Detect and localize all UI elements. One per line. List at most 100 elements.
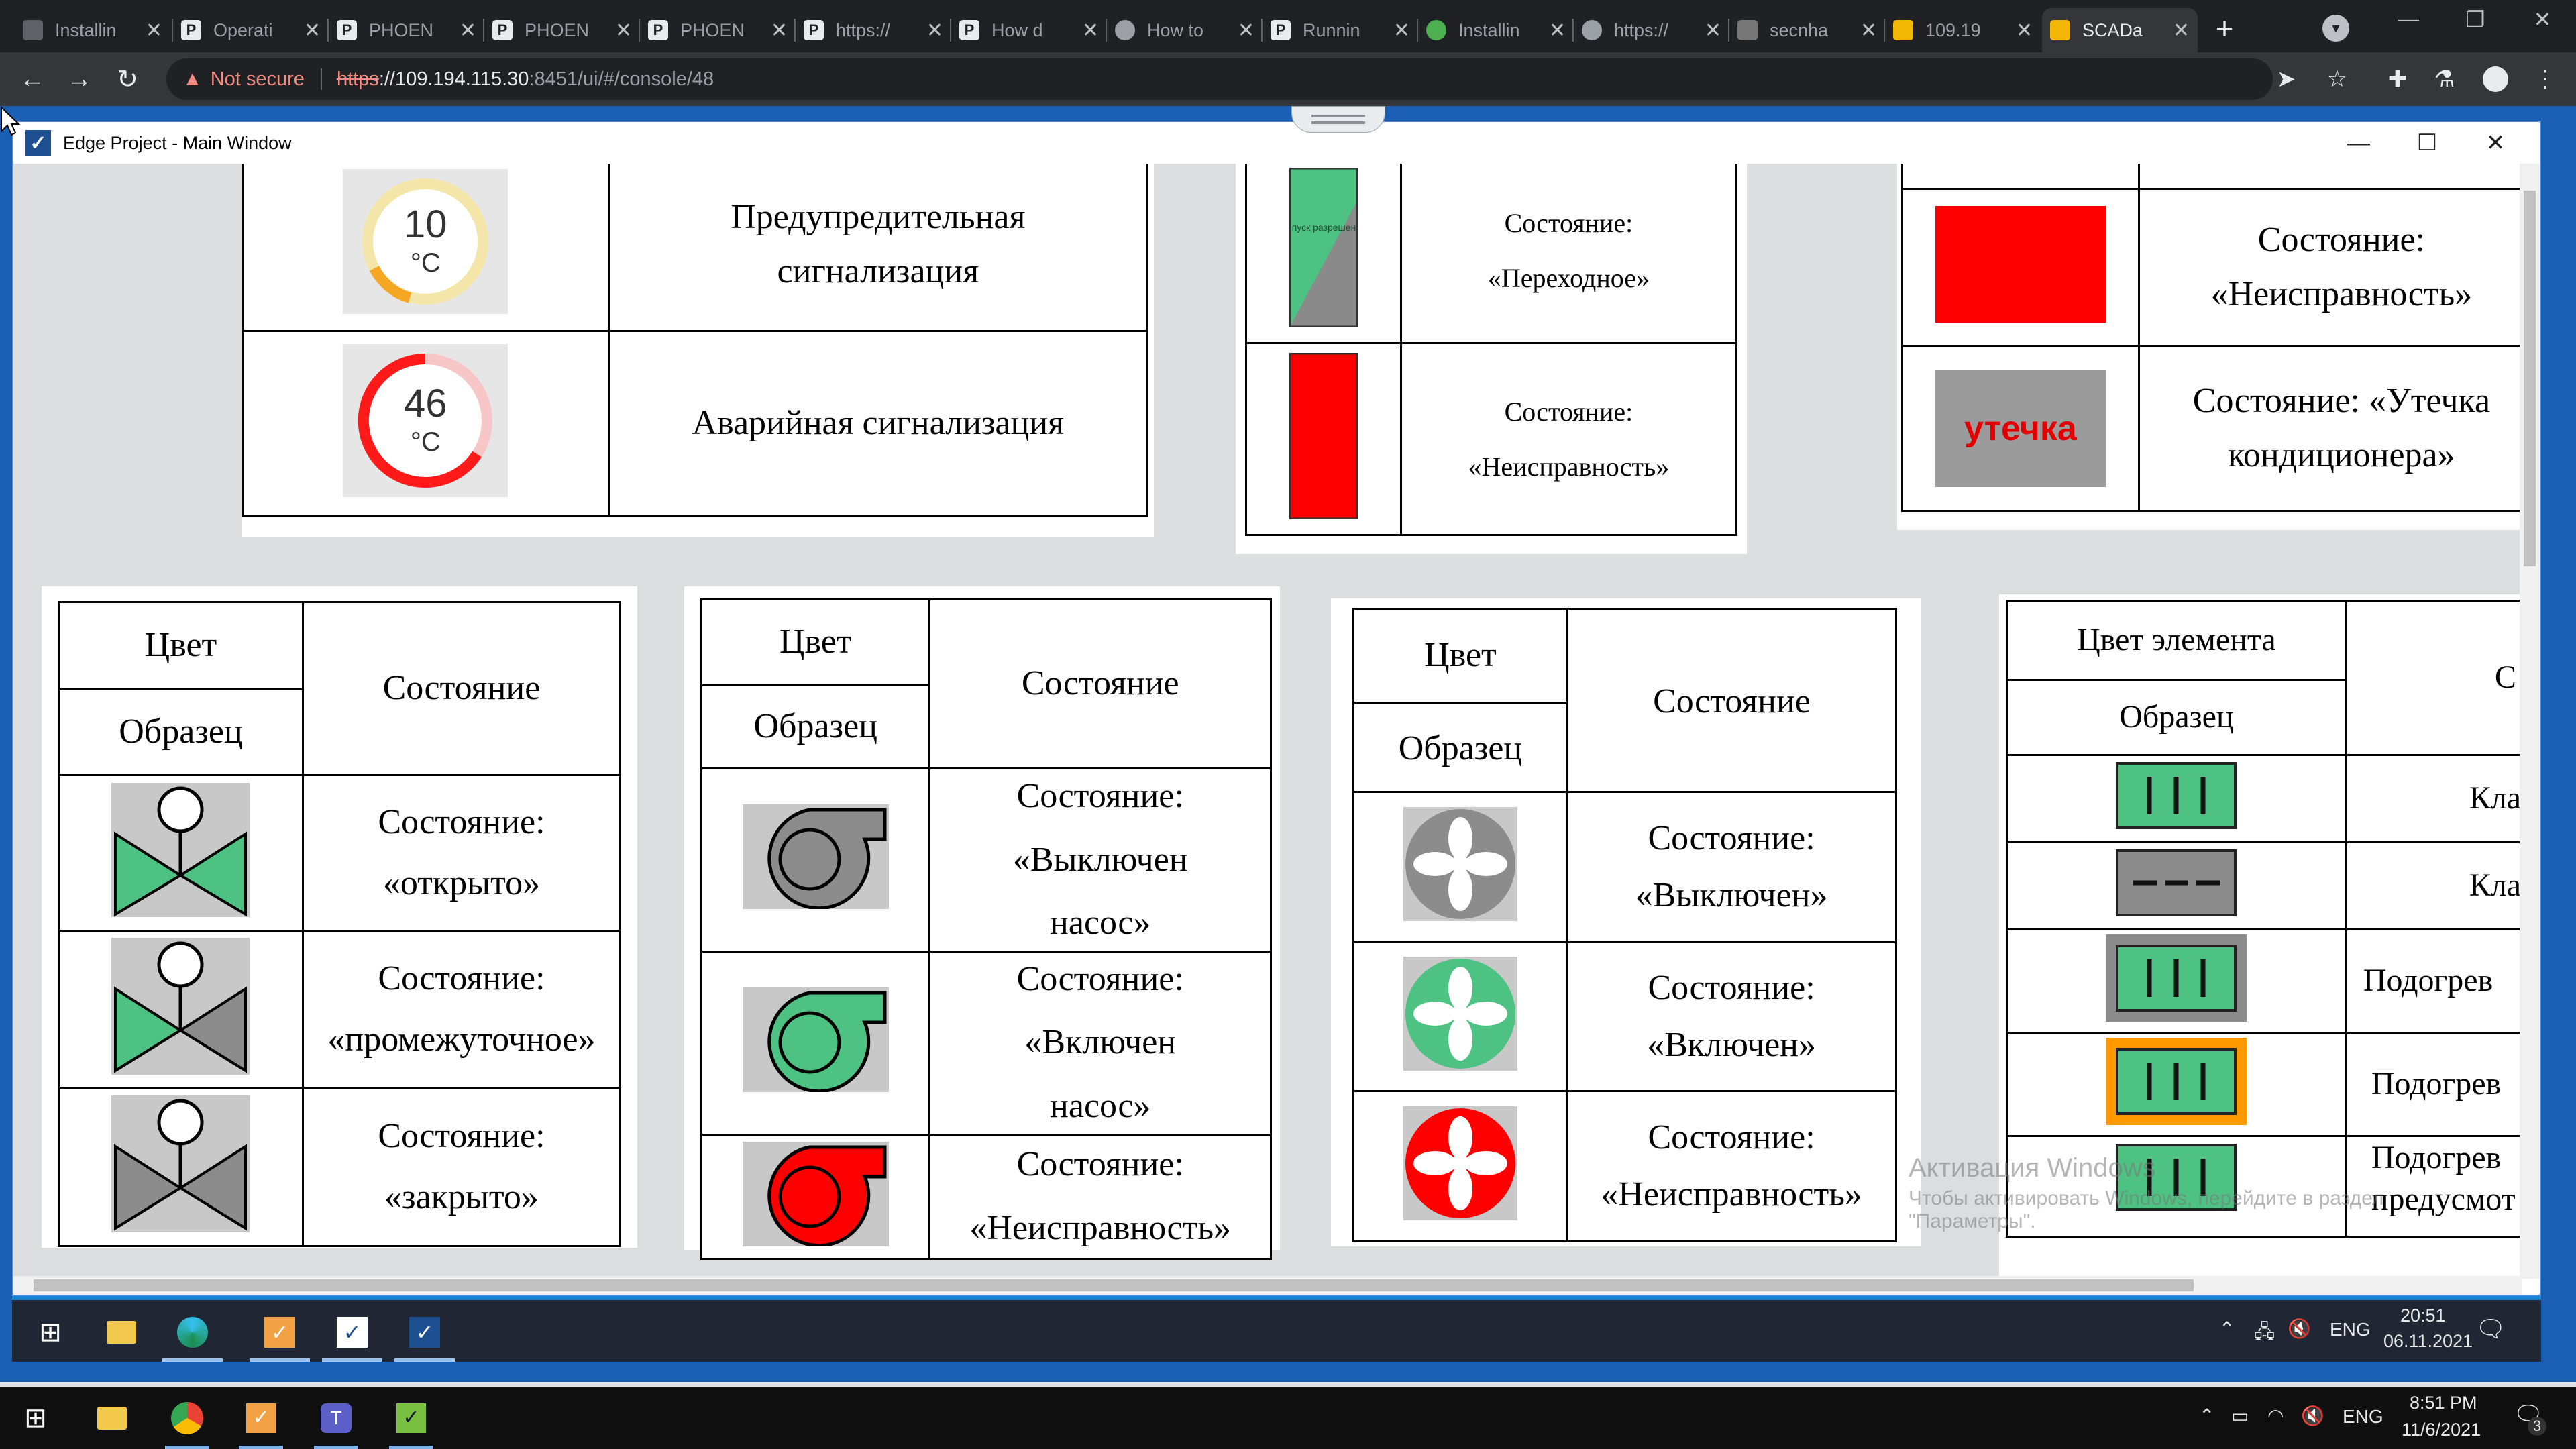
remote-clock-time[interactable]: 20:51 — [2400, 1305, 2446, 1326]
teams-icon[interactable]: T — [314, 1397, 358, 1440]
mouse-cursor-icon — [1, 106, 20, 136]
scada-editor-icon[interactable]: ✓ — [258, 1312, 302, 1352]
browser-tab[interactable]: P PHOEN ✕ — [640, 8, 796, 52]
tab-close-icon[interactable]: ✕ — [1705, 19, 1721, 42]
damper-fault-label: Состояние: «Неисправность» — [1399, 342, 1738, 536]
scada-icon — [1893, 20, 1913, 40]
menu-kebab-icon[interactable]: ⋮ — [2528, 62, 2563, 97]
remote-tool-icon[interactable]: ✓ — [389, 1397, 433, 1440]
window-restore-icon[interactable]: ❐ — [2455, 7, 2496, 40]
network-icon[interactable]: 🖧 — [2254, 1318, 2275, 1350]
tab-close-icon[interactable]: ✕ — [926, 19, 943, 42]
browser-tab[interactable]: P Operati ✕ — [173, 8, 329, 52]
tab-close-icon[interactable]: ✕ — [615, 19, 632, 42]
valve-intermediate-icon — [111, 938, 250, 1075]
start-windows-icon[interactable]: ⊞ — [13, 1397, 58, 1440]
browser-tab[interactable]: https://✕ — [1574, 8, 1729, 52]
tab-close-icon[interactable]: ✕ — [460, 19, 476, 42]
window-minimize-icon[interactable]: — — [2388, 7, 2428, 40]
tab-close-icon[interactable]: ✕ — [1393, 19, 1410, 42]
language-indicator[interactable]: ENG — [2343, 1406, 2383, 1428]
tab-close-icon[interactable]: ✕ — [304, 19, 321, 42]
forward-icon[interactable]: → — [62, 62, 97, 97]
minimize-button[interactable]: — — [2325, 122, 2392, 164]
damper-transition-label: Состояние: «Переходное» — [1399, 164, 1738, 344]
start-windows-icon[interactable]: ⊞ — [28, 1312, 72, 1352]
notification-count-badge: 3 — [2528, 1417, 2546, 1436]
browser-tab[interactable]: P How d ✕ — [951, 8, 1107, 52]
edge-browser-icon[interactable] — [170, 1312, 215, 1352]
profile-avatar-icon[interactable] — [2478, 62, 2513, 97]
fan-fault-sample — [1352, 1090, 1568, 1242]
browser-tab[interactable]: Installin ✕ — [1418, 8, 1574, 52]
vertical-scrollbar[interactable] — [2520, 164, 2540, 1279]
p-logo-icon: P — [492, 20, 513, 40]
volume-muted-icon[interactable]: 🔇 — [2301, 1405, 2324, 1427]
browser-tab-active[interactable]: SCADa ✕ — [2042, 8, 2198, 52]
maximize-button[interactable]: ☐ — [2394, 122, 2461, 164]
reload-icon[interactable]: ↻ — [110, 62, 145, 97]
tab-search-icon[interactable]: ▾ — [2322, 15, 2349, 42]
remote-session-handle[interactable] — [1291, 106, 1385, 133]
browser-tab[interactable]: P PHOEN ✕ — [329, 8, 484, 52]
browser-tab[interactable]: Phttps://✕ — [796, 8, 951, 52]
close-button[interactable]: ✕ — [2462, 122, 2529, 164]
host-clock-time[interactable]: 8:51 PM — [2410, 1393, 2477, 1413]
tab-close-icon[interactable]: ✕ — [1860, 19, 1877, 42]
tab-close-icon[interactable]: ✕ — [2016, 19, 2033, 42]
chrome-icon[interactable] — [165, 1397, 209, 1440]
edge-project-icon[interactable]: ✓ — [402, 1312, 447, 1352]
app-logo-icon: ✓ — [25, 130, 51, 156]
valve-sample-header: Образец — [58, 688, 304, 776]
browser-tab[interactable]: How to ✕ — [1107, 8, 1263, 52]
scada-runtime-icon[interactable]: ✓ — [330, 1312, 374, 1352]
browser-tab[interactable]: P Runnin ✕ — [1263, 8, 1418, 52]
pump-legend-table: Цвет Состояние Образец Состояние: «Выклю… — [700, 598, 1272, 1260]
notifications-icon[interactable]: 🗨 — [2475, 1315, 2506, 1343]
tab-close-icon[interactable]: ✕ — [771, 19, 788, 42]
browser-tab[interactable]: P PHOEN ✕ — [484, 8, 640, 52]
url-input[interactable]: ▲ Not secure https://109.194.115.30:8451… — [166, 58, 2273, 100]
pump-off-sample — [700, 767, 931, 953]
host-clock-date[interactable]: 11/6/2021 — [2402, 1419, 2481, 1440]
remote-clock-date[interactable]: 06.11.2021 — [2383, 1331, 2473, 1352]
heater-green-icon — [2116, 762, 2237, 830]
pump-state-header: Состояние — [928, 598, 1272, 769]
browser-tab[interactable]: secnha ✕ — [1729, 8, 1885, 52]
file-explorer-icon[interactable] — [90, 1397, 134, 1440]
wifi-icon[interactable]: ◠ — [2267, 1405, 2284, 1427]
volume-muted-icon[interactable]: 🔇 — [2288, 1318, 2311, 1340]
tray-chevron-icon[interactable]: ⌃ — [2199, 1405, 2214, 1427]
scada-editor-icon[interactable]: ✓ — [239, 1397, 283, 1440]
tab-close-icon[interactable]: ✕ — [2173, 19, 2190, 42]
warning-gauge-value: 10 — [404, 203, 447, 247]
new-tab-button[interactable]: + — [2204, 9, 2245, 47]
tab-close-icon[interactable]: ✕ — [1082, 19, 1099, 42]
emergency-alarm-label: Аварийная сигнализация — [607, 330, 1149, 517]
fan-off-sample — [1352, 791, 1568, 943]
window-close-icon[interactable]: ✕ — [2522, 7, 2563, 40]
tab-close-icon[interactable]: ✕ — [1549, 19, 1566, 42]
battery-icon[interactable]: ▭ — [2231, 1405, 2249, 1427]
language-indicator[interactable]: ENG — [2330, 1319, 2371, 1340]
browser-tab[interactable]: 109.19 ✕ — [1885, 8, 2041, 52]
tab-close-icon[interactable]: ✕ — [1238, 19, 1254, 42]
heater-grey-icon — [2116, 849, 2237, 917]
file-explorer-icon[interactable] — [99, 1312, 144, 1352]
tray-chevron-icon[interactable]: ⌃ — [2219, 1318, 2235, 1340]
bookmark-star-icon[interactable]: ☆ — [2320, 62, 2355, 97]
globe-icon — [1582, 20, 1602, 40]
send-icon[interactable]: ➤ — [2269, 62, 2304, 97]
extensions-icon[interactable]: ✚ — [2380, 62, 2415, 97]
windows-activation-watermark: Активация Windows Чтобы активировать Win… — [1909, 1153, 2384, 1232]
app-window: ✓ Edge Project - Main Window — ☐ ✕ 10 °C… — [12, 121, 2541, 1296]
back-icon[interactable]: ← — [15, 62, 50, 97]
horizontal-scrollbar[interactable] — [13, 1276, 2522, 1295]
extension-flask-icon[interactable]: ⚗ — [2427, 62, 2462, 97]
browser-tab[interactable]: Installin ✕ — [15, 8, 170, 52]
fault-state-label: Состояние: «Неисправность» — [2137, 188, 2522, 347]
not-secure-label[interactable]: Not secure — [211, 68, 305, 91]
fan-state-header: Состояние — [1566, 608, 1898, 796]
warning-gauge-unit: °C — [410, 248, 441, 278]
tab-close-icon[interactable]: ✕ — [146, 19, 162, 42]
